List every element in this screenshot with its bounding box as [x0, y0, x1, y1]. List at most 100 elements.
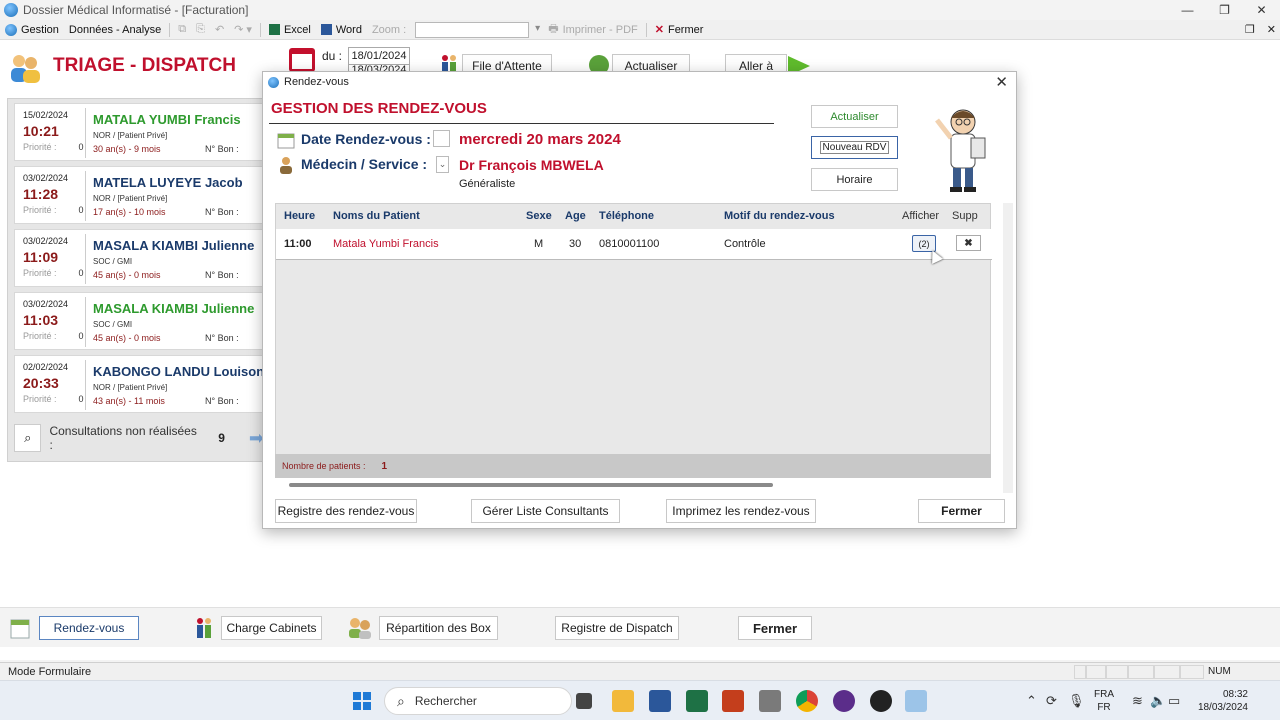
patient-card[interactable]: 03/02/2024 11:28 Priorité : 0 MATELA LUYE…	[14, 166, 264, 224]
file-explorer-icon[interactable]	[612, 690, 634, 712]
excel-button[interactable]: Excel	[264, 24, 316, 36]
patient-card[interactable]: 15/02/2024 10:21 Priorité : 0 MATALA YUMB…	[14, 103, 264, 161]
powerpoint-app-icon[interactable]	[722, 690, 744, 712]
maximize-button[interactable]: ❐	[1206, 0, 1243, 20]
mdi-close-button[interactable]: ✕	[1267, 23, 1276, 36]
col-motif[interactable]: Motif du rendez-vous	[724, 210, 835, 222]
card-divider	[85, 297, 86, 347]
medecin-dropdown[interactable]: ⌄	[436, 156, 449, 173]
taskbar-search-label: Rechercher	[414, 694, 477, 708]
minimize-button[interactable]: —	[1169, 0, 1206, 20]
chevron-up-icon[interactable]: ⌃	[1026, 693, 1037, 709]
patient-type: NOR / [Patient Privé]	[93, 131, 168, 140]
col-heure[interactable]: Heure	[284, 210, 315, 222]
doctors-icon	[11, 55, 40, 83]
doctor-mascot-icon	[935, 109, 986, 192]
patient-priority: Priorité : 0	[23, 142, 84, 152]
patient-age: 45 an(s) - 0 mois	[93, 333, 161, 343]
supprimer-button[interactable]: ✖	[956, 235, 981, 251]
status-pane	[1074, 665, 1086, 679]
battery-icon[interactable]: ▭	[1168, 693, 1180, 709]
sync-icon[interactable]: ⟳	[1046, 693, 1057, 709]
patient-card[interactable]: 03/02/2024 11:03 Priorité : 0 MASALA KIAM…	[14, 292, 264, 350]
card-divider	[85, 108, 86, 158]
close-button[interactable]: ✕	[1243, 0, 1280, 20]
count-bar: Nombre de patients : 1	[275, 454, 991, 478]
windows-start-icon[interactable]	[353, 692, 371, 710]
language-indicator[interactable]: FRA FR	[1094, 688, 1114, 714]
registre-rdv-button[interactable]: Registre des rendez-vous	[275, 499, 417, 523]
scrollbar-thumb[interactable]	[289, 483, 773, 487]
fermer-label: Fermer	[667, 23, 704, 36]
task-view-icon[interactable]	[576, 693, 592, 709]
fermer-button[interactable]: Fermer	[738, 616, 812, 640]
patient-name: MASALA KIAMBI Julienne	[93, 238, 255, 253]
card-divider	[85, 171, 86, 221]
microphone-icon[interactable]: 🎙	[1068, 693, 1085, 709]
word-icon	[320, 24, 332, 35]
actualiser-dialog-button[interactable]: Actualiser	[811, 105, 898, 128]
date-checkbox[interactable]	[433, 130, 450, 147]
clock[interactable]: 08:32 18/03/2024	[1188, 688, 1248, 714]
patient-card[interactable]: 03/02/2024 11:09 Priorité : 0 MASALA KIAM…	[14, 229, 264, 287]
registre-dispatch-button[interactable]: Registre de Dispatch	[555, 616, 679, 640]
menu-donnees[interactable]: Données - Analyse	[64, 24, 166, 36]
taskbar: ⌕ Rechercher ⌃ ⟳ 🎙 FRA FR ≋ 🔈 ▭ 08:32 18…	[0, 680, 1280, 720]
printer-icon: 🖶	[548, 23, 559, 35]
horaire-button[interactable]: Horaire	[811, 168, 898, 191]
status-pane	[1154, 665, 1180, 679]
table-header: Heure Noms du Patient Sexe Age Téléphone…	[276, 204, 992, 228]
word-app-icon[interactable]	[649, 690, 671, 712]
zoom-select[interactable]	[415, 21, 540, 38]
mu-app-icon[interactable]	[833, 690, 855, 712]
window-titlebar: Dossier Médical Informatisé - [Facturati…	[0, 0, 1280, 20]
taskbar-search[interactable]: ⌕ Rechercher	[384, 687, 572, 715]
window-title: Dossier Médical Informatisé - [Facturati…	[23, 3, 249, 17]
patient-name: KABONGO LANDU Louison	[93, 364, 265, 379]
col-telephone[interactable]: Téléphone	[599, 210, 654, 222]
rendez-vous-button[interactable]: Rendez-vous	[39, 616, 139, 640]
patient-bon: N° Bon :	[205, 144, 239, 154]
undo-icon: ↶	[214, 24, 225, 36]
patient-priority: Priorité : 0	[23, 331, 84, 341]
horizontal-scrollbar[interactable]	[275, 481, 991, 489]
priority-value: 0	[78, 142, 84, 152]
fermer-menu-button[interactable]: ✕ Fermer	[650, 23, 709, 37]
table-row[interactable]: 11:00 Matala Yumbi Francis M 30 08100011…	[276, 229, 992, 264]
excel-app-icon[interactable]	[686, 690, 708, 712]
search-button[interactable]: ⌕	[14, 424, 42, 452]
dialog-fermer-button[interactable]: Fermer	[918, 499, 1005, 523]
chrome-icon[interactable]	[796, 690, 818, 712]
menubar: Gestion Données - Analyse ⧉ ⎘ ↶ ↷ ▾ Exce…	[0, 20, 1280, 40]
nouveau-rdv-button[interactable]: Nouveau RDV	[811, 136, 898, 159]
col-age[interactable]: Age	[565, 210, 586, 222]
imprimer-pdf-button[interactable]: 🖶 Imprimer - PDF	[543, 20, 643, 39]
patient-card[interactable]: 02/02/2024 20:33 Priorité : 0 KABONGO LAN…	[14, 355, 264, 413]
wifi-icon[interactable]: ≋	[1132, 693, 1143, 709]
word-button[interactable]: Word	[316, 24, 367, 36]
menu-gestion[interactable]: Gestion	[0, 23, 64, 36]
priority-label: Priorité :	[23, 394, 57, 404]
patient-bon: N° Bon :	[205, 396, 239, 406]
patient-priority: Priorité : 0	[23, 205, 84, 215]
tools-app-icon[interactable]	[759, 690, 781, 712]
gerer-consultants-button[interactable]: Gérer Liste Consultants	[471, 499, 620, 523]
repartition-box-button[interactable]: Répartition des Box	[379, 616, 498, 640]
dialog-close-button[interactable]: ✕	[995, 73, 1008, 91]
medecin-label: Médecin / Service :	[301, 156, 428, 172]
count-value: 1	[381, 460, 388, 472]
vertical-scrollbar[interactable]	[1003, 203, 1013, 493]
recorder-app-icon[interactable]	[870, 690, 892, 712]
speaker-icon[interactable]: 🔈	[1150, 693, 1166, 709]
mdi-restore-button[interactable]: ❐	[1245, 23, 1255, 36]
consultations-bar: ⌕ Consultations non réalisées : 9 ➡	[14, 421, 264, 455]
lang-code: FRA	[1094, 689, 1114, 700]
charge-cabinets-button[interactable]: Charge Cabinets	[221, 616, 322, 640]
date-from-field[interactable]: 18/01/2024	[348, 47, 410, 65]
dmi-app-icon[interactable]	[905, 690, 927, 712]
date-rdv-value[interactable]: mercredi 20 mars 2024	[459, 131, 621, 148]
imprimez-rdv-button[interactable]: Imprimez les rendez-vous	[666, 499, 816, 523]
patient-name: MASALA KIAMBI Julienne	[93, 301, 255, 316]
col-sexe[interactable]: Sexe	[526, 210, 552, 222]
col-noms[interactable]: Noms du Patient	[333, 210, 420, 222]
